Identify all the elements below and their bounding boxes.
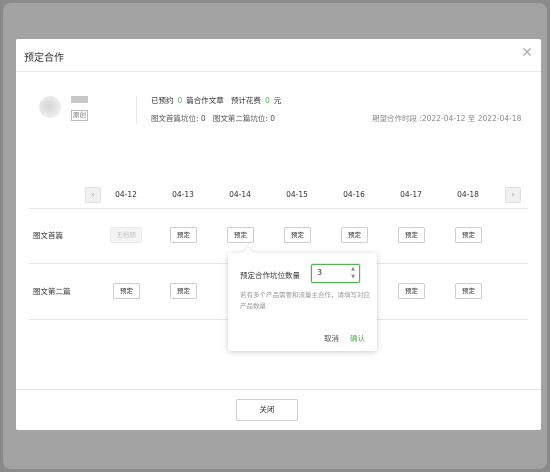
cost-label: 预计花费 [230,96,261,105]
booking-dialog: 预定合作 ✕ 原创 已预约 0 篇合作文章 预计花费 0 元 图文首篇坑位: 0 图文第… [16,39,541,430]
date-header: 04-13 [172,190,194,199]
chevron-up-icon[interactable]: ▲ [349,266,357,273]
date-header: 04-17 [400,190,422,199]
book-button[interactable]: 预定 [341,227,368,243]
divider [136,96,137,124]
second-slot-count: 图文第二篇坑位: 0 [212,114,276,123]
expected-period: 期望合作时段 :2022-04-12 至 2022-04-18 [372,114,522,123]
book-button[interactable]: 预定 [455,227,482,243]
cancel-button[interactable]: 取消 [324,333,339,344]
date-header: 04-18 [457,190,479,199]
next-week-button[interactable]: › [505,187,521,203]
unavailable-slot: 无档期 [110,227,142,243]
confirm-button[interactable]: 确认 [350,333,365,344]
first-slot-count: 图文首篇坑位: 0 [151,114,206,123]
quantity-value[interactable]: 3 [317,268,322,277]
date-header: 04-15 [286,190,308,199]
original-tag: 原创 [71,110,88,121]
popover-arrow [242,247,254,259]
row-label-first-article: 图文首篇 [33,231,63,240]
booked-count: 0 [177,96,183,105]
book-button[interactable]: 预定 [455,283,482,299]
quantity-stepper[interactable]: 3 ▲ ▼ [311,264,360,283]
book-button[interactable]: 预定 [170,227,197,243]
cost-unit: 元 [273,96,282,105]
table-divider [29,208,528,209]
book-button[interactable]: 预定 [170,283,197,299]
quantity-label: 预定合作坑位数量 [240,271,300,280]
quantity-help-text: 若有多个产品需要和流量主合作，请填写对应产品数量 [240,291,370,310]
dialog-header: 预定合作 ✕ [16,39,541,72]
close-icon[interactable]: ✕ [521,45,533,61]
date-header: 04-12 [115,190,137,199]
avatar [39,96,61,118]
close-button[interactable]: 关闭 [236,399,298,421]
account-name-placeholder [71,96,88,103]
articles-label: 篇合作文章 [186,96,224,105]
book-button[interactable]: 预定 [113,283,140,299]
chevron-down-icon[interactable]: ▼ [349,274,357,281]
modal-overlay: 预定合作 ✕ 原创 已预约 0 篇合作文章 预计花费 0 元 图文首篇坑位: 0 图文第… [3,3,547,469]
dialog-title: 预定合作 [24,53,64,64]
cost-value: 0 [264,96,270,105]
booking-summary: 已预约 0 篇合作文章 预计花费 0 元 [151,95,281,106]
chevron-right-icon: › [511,190,515,199]
book-button[interactable]: 预定 [398,283,425,299]
dialog-footer: 关闭 [16,389,541,430]
date-header: 04-16 [343,190,365,199]
book-button[interactable]: 预定 [284,227,311,243]
chevron-left-icon: ‹ [91,190,95,199]
slot-quantity-popover: 预定合作坑位数量 3 ▲ ▼ 若有多个产品需要和流量主合作，请填写对应产品数量 … [228,247,377,351]
slot-summary: 图文首篇坑位: 0 图文第二篇坑位: 0 [151,113,275,124]
book-button[interactable]: 预定 [398,227,425,243]
booked-label: 已预约 [151,96,174,105]
row-label-second-article: 图文第二篇 [33,287,71,296]
date-header: 04-14 [229,190,251,199]
prev-week-button[interactable]: ‹ [85,187,101,203]
book-button[interactable]: 预定 [227,227,254,243]
